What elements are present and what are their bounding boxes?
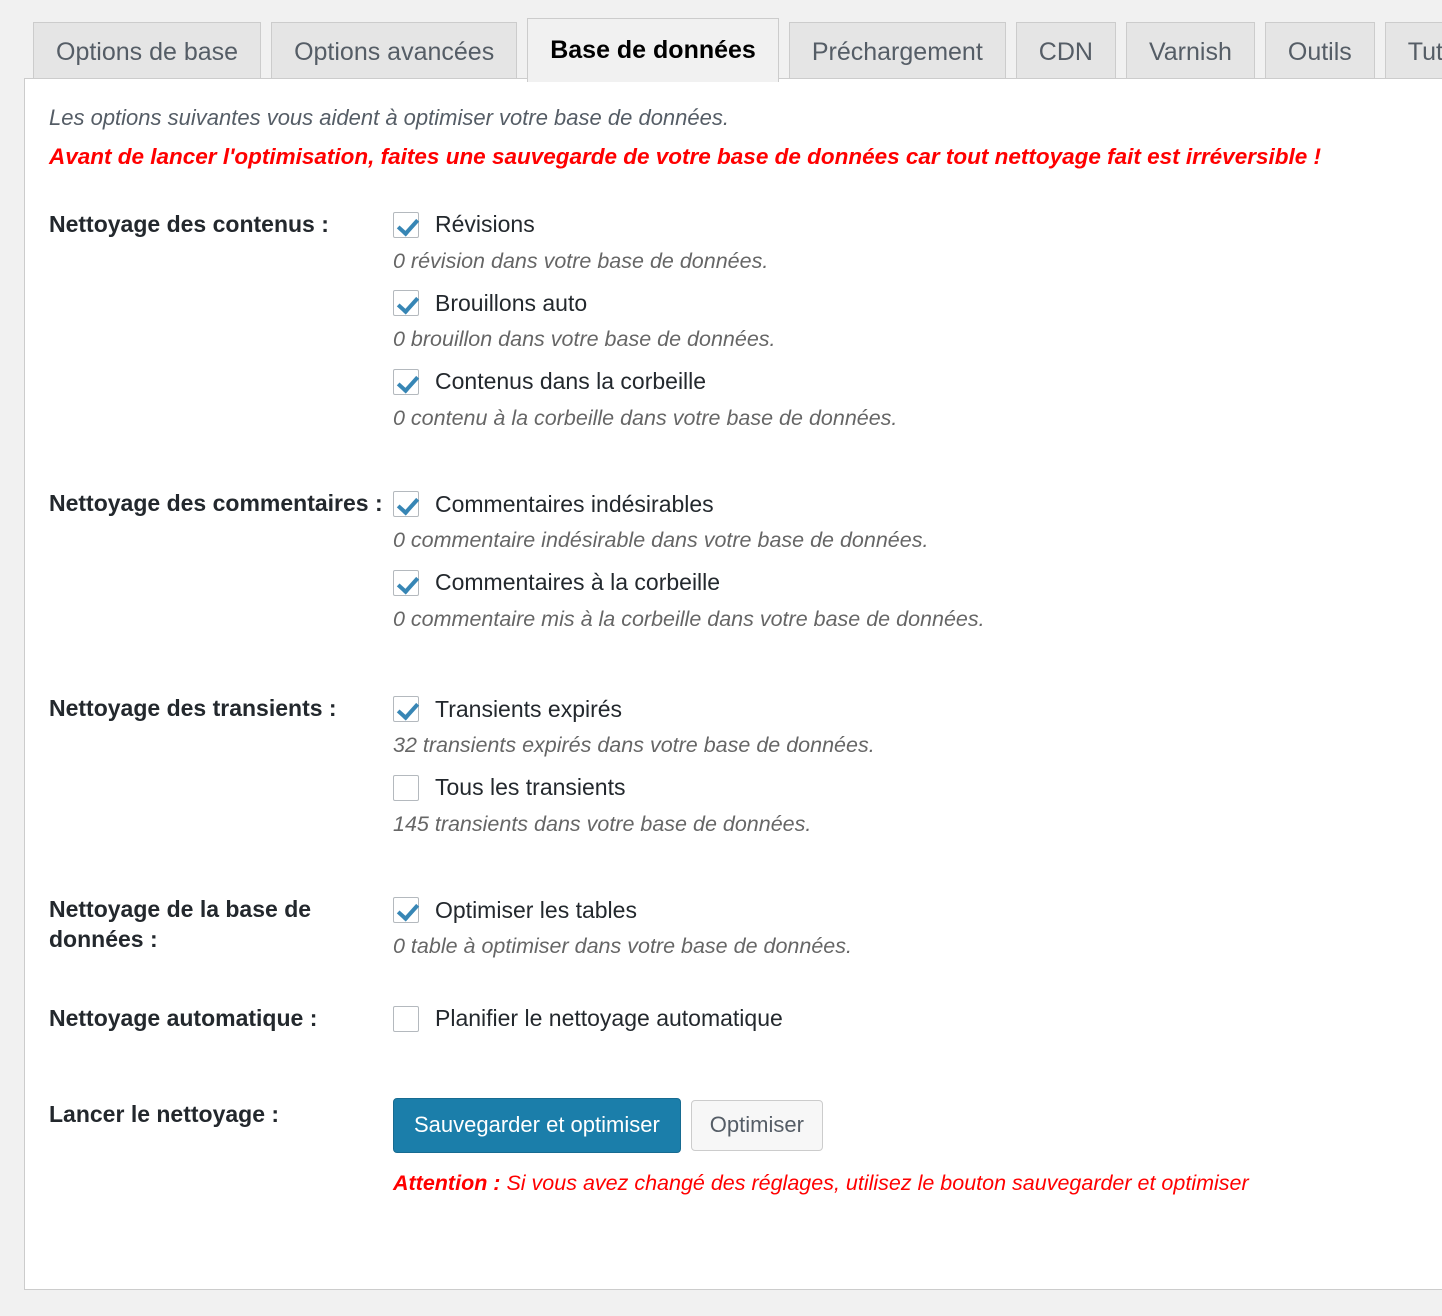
checkbox-label: Tous les transients: [435, 774, 626, 801]
checkbox-label: Optimiser les tables: [435, 896, 637, 923]
tab-label: CDN: [1038, 38, 1093, 66]
checkbox-box[interactable]: [393, 897, 419, 924]
checkbox-label: Brouillons auto: [435, 289, 588, 316]
optimiser-button[interactable]: Optimiser: [690, 1099, 823, 1151]
checkbox-brouillons-auto[interactable]: Brouillons auto: [393, 286, 1442, 320]
checkbox-box[interactable]: [393, 696, 419, 723]
tab-label: Base de données: [550, 36, 756, 64]
action-buttons: Sauvegarder et optimiser Optimiser: [393, 1097, 1442, 1153]
transients-expires-description: 32 transients expirés dans votre base de…: [393, 733, 875, 758]
checkbox-transients-expires[interactable]: Transients expirés: [393, 692, 1442, 726]
checkbox-label: Révisions: [435, 211, 535, 238]
attention-label: Attention :: [393, 1170, 501, 1195]
tab-cdn[interactable]: CDN: [1015, 22, 1116, 82]
tab-label: Options avancées: [294, 38, 495, 66]
row-fields: Transients expirés 32 transients expirés…: [393, 692, 1442, 849]
contenus-corbeille-description: 0 contenu à la corbeille dans votre base…: [393, 405, 898, 430]
row-nettoyage-base-de-donnees: Nettoyage de la base de données : Optimi…: [25, 893, 1442, 972]
row-lancer-le-nettoyage: Lancer le nettoyage : Sauvegarder et opt…: [25, 1097, 1442, 1195]
checkbox-revisions[interactable]: Révisions: [393, 208, 1442, 242]
tab-label: Outils: [1287, 38, 1352, 66]
checkbox-box[interactable]: [393, 211, 419, 238]
checkbox-planifier-nettoyage-automatique[interactable]: Planifier le nettoyage automatique: [393, 1002, 1442, 1036]
checkbox-label: Transients expirés: [435, 695, 623, 722]
backup-warning-text: Avant de lancer l'optimisation, faites u…: [49, 144, 1321, 169]
commentaires-corbeille-description: 0 commentaire mis à la corbeille dans vo…: [393, 606, 985, 631]
database-settings-panel: Les options suivantes vous aident à opti…: [24, 78, 1442, 1290]
row-nettoyage-automatique: Nettoyage automatique : Planifier le net…: [25, 1002, 1442, 1044]
checkbox-label: Commentaires indésirables: [435, 490, 714, 517]
row-nettoyage-des-transients: Nettoyage des transients : Transients ex…: [25, 692, 1442, 849]
tab-base-de-donnees[interactable]: Base de données: [527, 18, 779, 82]
row-nettoyage-des-commentaires: Nettoyage des commentaires : Commentaire…: [25, 487, 1442, 644]
checkbox-label: Contenus dans la corbeille: [435, 368, 707, 395]
tab-outils[interactable]: Outils: [1264, 22, 1375, 82]
intro-text: Les options suivantes vous aident à opti…: [49, 105, 729, 130]
tab-label: Varnish: [1148, 38, 1232, 66]
checkbox-box[interactable]: [393, 290, 419, 317]
attention-text: Si vous avez changé des réglages, utilis…: [506, 1170, 1249, 1195]
checkbox-box[interactable]: [393, 491, 419, 518]
row-label: Nettoyage automatique :: [49, 1004, 318, 1031]
revisions-description: 0 révision dans votre base de données.: [393, 248, 769, 273]
optimiser-tables-description: 0 table à optimiser dans votre base de d…: [393, 934, 852, 959]
checkbox-tous-les-transients[interactable]: Tous les transients: [393, 771, 1442, 805]
checkbox-box[interactable]: [393, 368, 419, 395]
brouillons-description: 0 brouillon dans votre base de données.: [393, 327, 776, 352]
row-fields: Sauvegarder et optimiser Optimiser Atten…: [393, 1097, 1442, 1195]
row-label: Nettoyage des commentaires :: [49, 490, 383, 517]
row-fields: Planifier le nettoyage automatique: [393, 1002, 1442, 1044]
attention-note: Attention : Si vous avez changé des régla…: [393, 1170, 1442, 1195]
row-fields: Révisions 0 révision dans votre base de …: [393, 208, 1442, 444]
checkbox-commentaires-indesirables[interactable]: Commentaires indésirables: [393, 487, 1442, 521]
tab-options-de-base[interactable]: Options de base: [33, 22, 262, 82]
checkbox-contenus-corbeille[interactable]: Contenus dans la corbeille: [393, 365, 1442, 399]
checkbox-label: Planifier le nettoyage automatique: [435, 1005, 783, 1032]
checkbox-label: Commentaires à la corbeille: [435, 569, 721, 596]
tab-tutoriels[interactable]: Tutoriels: [1384, 22, 1442, 82]
checkbox-box[interactable]: [393, 569, 419, 596]
row-label: Nettoyage de la base de données :: [49, 896, 312, 952]
tab-label: Options de base: [56, 38, 239, 66]
row-nettoyage-des-contenus: Nettoyage des contenus : Révisions 0 rév…: [25, 208, 1442, 444]
checkbox-commentaires-corbeille[interactable]: Commentaires à la corbeille: [393, 566, 1442, 600]
tous-transients-description: 145 transients dans votre base de donnée…: [393, 811, 812, 836]
tab-bar: Options de base Options avancées Base de…: [0, 0, 1442, 82]
row-fields: Optimiser les tables 0 table à optimiser…: [393, 893, 1442, 972]
tab-varnish[interactable]: Varnish: [1125, 22, 1255, 82]
checkbox-box[interactable]: [393, 1005, 419, 1032]
settings-rows: Nettoyage des contenus : Révisions 0 rév…: [25, 208, 1442, 1195]
sauvegarder-et-optimiser-button[interactable]: Sauvegarder et optimiser: [393, 1097, 681, 1153]
tab-options-avancees[interactable]: Options avancées: [271, 22, 518, 82]
tab-prechargement[interactable]: Préchargement: [788, 22, 1006, 82]
row-fields: Commentaires indésirables 0 commentaire …: [393, 487, 1442, 644]
row-label: Nettoyage des transients :: [49, 695, 337, 722]
commentaires-indesirables-description: 0 commentaire indésirable dans votre bas…: [393, 528, 929, 553]
row-label: Nettoyage des contenus :: [49, 210, 329, 237]
checkbox-optimiser-les-tables[interactable]: Optimiser les tables: [393, 893, 1442, 927]
checkbox-box[interactable]: [393, 774, 419, 801]
row-label: Lancer le nettoyage :: [49, 1100, 280, 1127]
tab-label: Préchargement: [811, 38, 983, 66]
tab-label: Tutoriels: [1407, 38, 1442, 66]
